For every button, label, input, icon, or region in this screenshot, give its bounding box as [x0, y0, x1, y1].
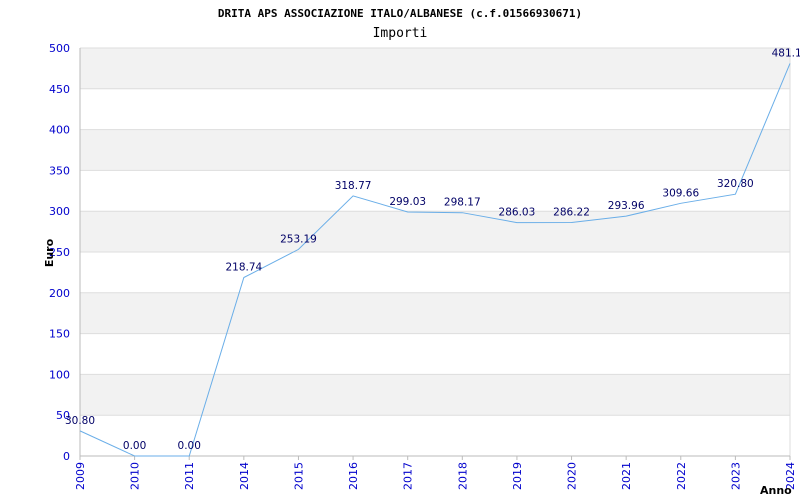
grid-band [80, 374, 790, 416]
x-tick-label: 2015 [292, 462, 305, 490]
grid-band [80, 129, 790, 171]
data-label: 286.22 [553, 206, 590, 218]
y-tick-label: 500 [49, 42, 70, 55]
y-tick-label: 100 [49, 368, 70, 381]
x-tick-label: 2010 [129, 462, 142, 490]
y-tick-label: 450 [49, 83, 70, 96]
grid-band [80, 292, 790, 334]
x-tick-label: 2023 [729, 462, 742, 490]
x-tick-label: 2021 [620, 462, 633, 490]
x-tick-label: 2018 [456, 462, 469, 490]
data-label: 481.13 [772, 47, 800, 59]
y-tick-label: 150 [49, 328, 70, 341]
x-tick-label: 2011 [183, 462, 196, 490]
data-label: 0.00 [123, 440, 146, 452]
x-tick-label: 2009 [74, 462, 87, 490]
y-tick-label: 400 [49, 124, 70, 137]
x-axis-label: Anno [760, 484, 792, 497]
x-tick-label: 2014 [238, 462, 251, 490]
line-chart: DRITA APS ASSOCIAZIONE ITALO/ALBANESE (c… [43, 7, 800, 497]
x-tick-label: 2022 [675, 462, 688, 490]
grid-band [80, 48, 790, 89]
x-tick-label: 2020 [566, 462, 579, 490]
x-tick-label: 2016 [347, 462, 360, 490]
data-label: 320.80 [717, 178, 754, 190]
x-tick-label: 2019 [511, 462, 524, 490]
data-label: 298.17 [444, 197, 481, 209]
data-label: 309.66 [662, 187, 699, 199]
y-tick-label: 200 [49, 287, 70, 300]
data-label: 30.80 [65, 415, 95, 427]
grid-bands [80, 48, 790, 416]
data-label: 293.96 [608, 200, 645, 212]
data-label: 286.03 [499, 207, 536, 219]
y-axis-label: Euro [43, 238, 56, 267]
grid-band [80, 211, 790, 252]
data-label: 318.77 [335, 180, 372, 192]
chart-subtitle: Importi [373, 26, 428, 41]
chart-title: DRITA APS ASSOCIAZIONE ITALO/ALBANESE (c… [218, 7, 582, 20]
y-tick-label: 350 [49, 164, 70, 177]
data-label: 253.19 [280, 233, 317, 245]
y-tick-label: 300 [49, 205, 70, 218]
data-label: 0.00 [178, 440, 201, 452]
x-tick-label: 2017 [402, 462, 415, 490]
x-tick-labels: 2009 2010 2011 2014 2015 2016 2017 2018 2019 2020… [74, 456, 797, 490]
data-label: 218.74 [225, 262, 262, 274]
data-label: 299.03 [389, 196, 426, 208]
y-tick-label: 0 [63, 450, 70, 463]
